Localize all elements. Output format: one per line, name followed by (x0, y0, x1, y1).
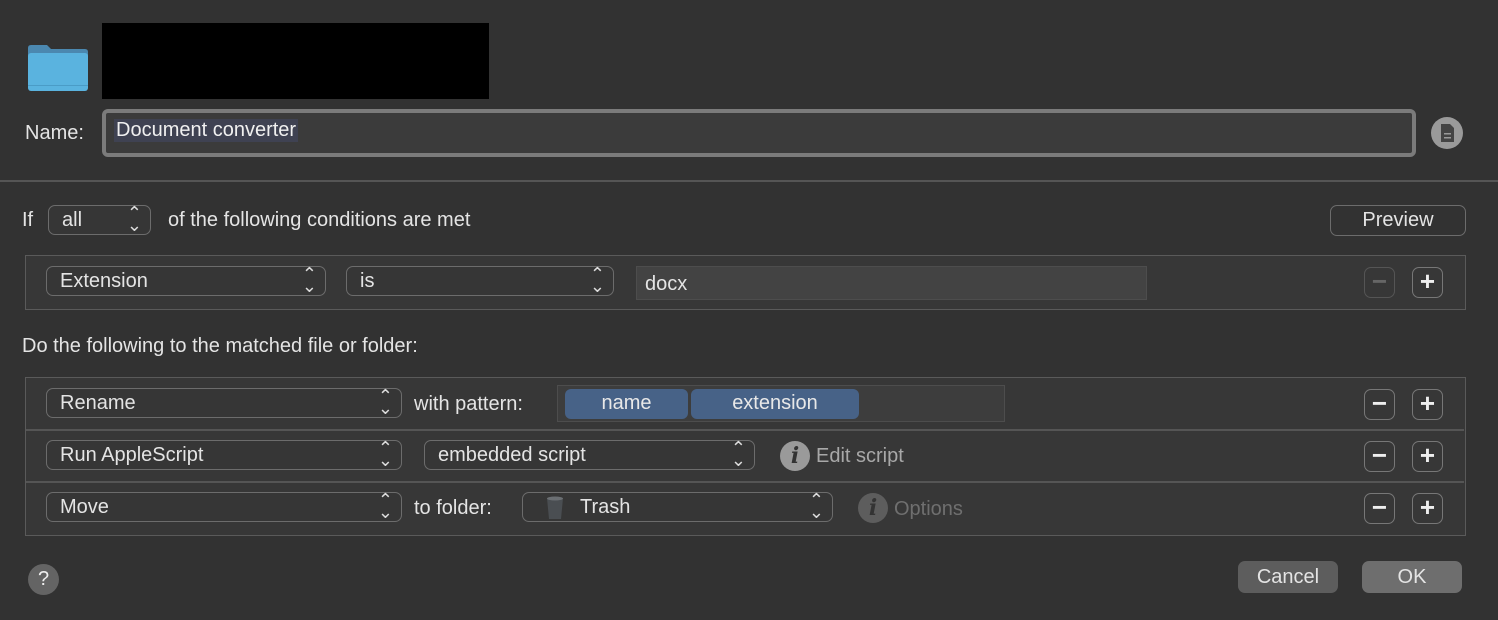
token-name[interactable]: name (565, 389, 688, 419)
help-button[interactable]: ? (28, 564, 59, 595)
remove-action-button[interactable]: − (1364, 441, 1395, 472)
script-source-select[interactable]: embedded script ⌃ ⌄ (424, 438, 755, 470)
remove-condition-button[interactable]: − (1364, 267, 1395, 298)
name-label: Name: (25, 122, 84, 144)
chevron-updown-icon: ⌃ ⌄ (377, 490, 393, 522)
add-action-button[interactable]: + (1412, 493, 1443, 524)
info-icon: i (858, 493, 888, 523)
chevron-updown-icon: ⌃ ⌄ (126, 203, 142, 235)
document-icon[interactable] (1431, 117, 1463, 149)
name-value: Document converter (114, 119, 299, 142)
script-source-value: embedded script (438, 444, 586, 466)
conditions-label: of the following conditions are met (168, 209, 471, 231)
operator-select[interactable]: is ⌃ ⌄ (346, 264, 614, 296)
operator-value: is (360, 270, 375, 292)
chevron-updown-icon: ⌃ ⌄ (377, 438, 393, 470)
edit-script-link[interactable]: Edit script (816, 445, 904, 468)
destination-folder-value: Trash (580, 496, 631, 518)
condition-value-input[interactable]: docx (636, 266, 1147, 300)
if-label: If (22, 209, 34, 231)
add-condition-button[interactable]: + (1412, 267, 1443, 298)
match-select-value: all (62, 209, 83, 231)
attribute-select[interactable]: Extension ⌃ ⌄ (46, 264, 326, 296)
divider (26, 429, 1464, 431)
remove-action-button[interactable]: − (1364, 389, 1395, 420)
chevron-updown-icon: ⌃ ⌄ (730, 438, 746, 470)
action-value: Rename (60, 392, 136, 414)
add-action-button[interactable]: + (1412, 441, 1443, 472)
chevron-updown-icon: ⌃ ⌄ (589, 264, 605, 296)
divider (26, 481, 1464, 483)
remove-action-button[interactable]: − (1364, 493, 1395, 524)
cancel-button[interactable]: Cancel (1238, 561, 1338, 593)
destination-folder-select[interactable]: Trash ⌃ ⌄ (522, 490, 833, 522)
pattern-label: with pattern: (414, 393, 523, 415)
token-extension[interactable]: extension (691, 389, 859, 419)
name-input[interactable]: Document converter (102, 109, 1416, 157)
options-link: Options (894, 498, 963, 520)
actions-label: Do the following to the matched file or … (22, 335, 418, 357)
chevron-updown-icon: ⌃ ⌄ (377, 386, 393, 418)
divider (0, 180, 1498, 182)
action-value: Move (60, 496, 109, 518)
trash-icon (547, 496, 563, 519)
chevron-updown-icon: ⌃ ⌄ (301, 264, 317, 296)
chevron-updown-icon: ⌃ ⌄ (808, 490, 824, 522)
action-select[interactable]: Run AppleScript ⌃ ⌄ (46, 438, 402, 470)
action-select[interactable]: Move ⌃ ⌄ (46, 490, 402, 522)
action-value: Run AppleScript (60, 444, 204, 466)
folder-icon (28, 45, 88, 91)
add-action-button[interactable]: + (1412, 389, 1443, 420)
ok-button[interactable]: OK (1362, 561, 1462, 593)
preview-button[interactable]: Preview (1330, 205, 1466, 236)
folder-label: to folder: (414, 497, 492, 519)
attribute-value: Extension (60, 270, 148, 292)
action-select[interactable]: Rename ⌃ ⌄ (46, 386, 402, 418)
match-select[interactable]: all ⌃ ⌄ (48, 203, 151, 235)
info-icon[interactable]: i (780, 441, 810, 471)
redacted-region (102, 23, 489, 99)
